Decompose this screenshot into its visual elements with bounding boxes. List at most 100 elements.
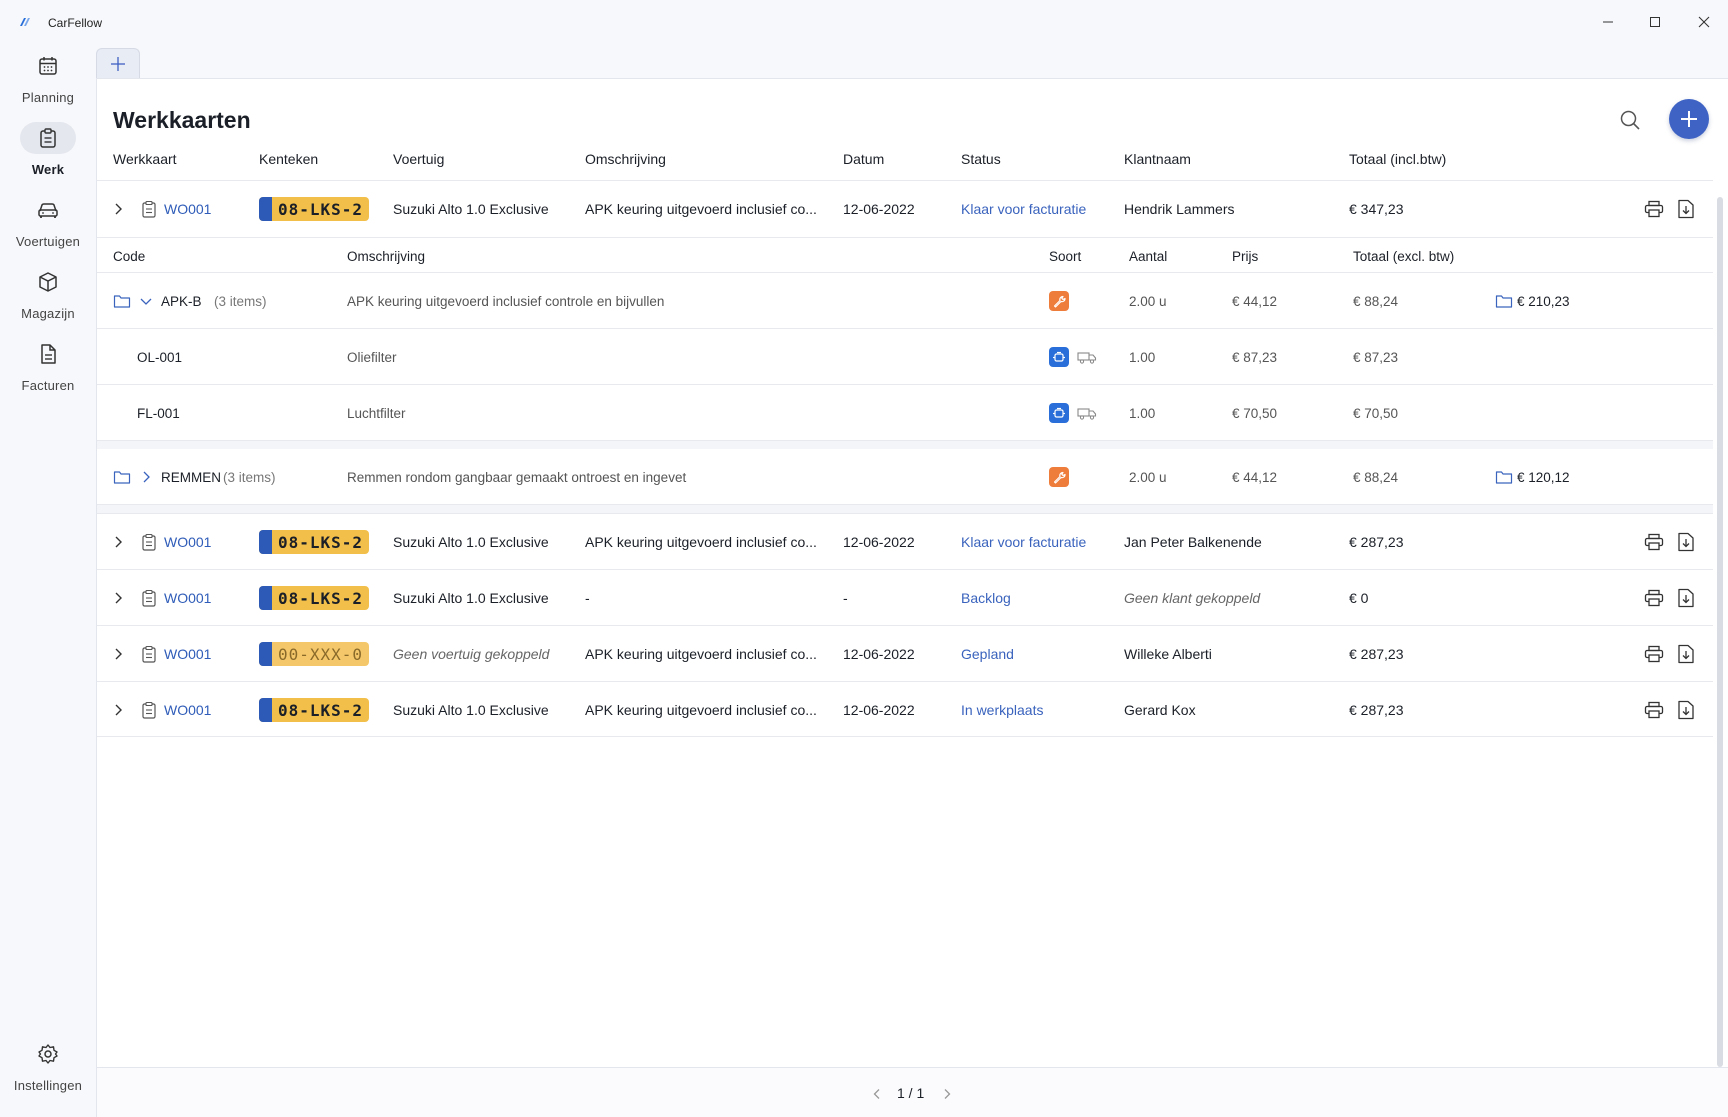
detail-item-row[interactable]: OL-001 Oliefilter 1.00 € 87,23 € 87,23 xyxy=(97,329,1713,385)
license-plate: 08-LKS-2 xyxy=(259,514,369,570)
download-document-icon xyxy=(1678,532,1694,552)
previous-page-button[interactable] xyxy=(867,1084,887,1104)
print-button[interactable] xyxy=(1642,642,1666,666)
table-row[interactable]: WO001 08-LKS-2 Suzuki Alto 1.0 Exclusive… xyxy=(97,180,1713,236)
calendar-icon xyxy=(39,57,57,75)
sidebar-item-facturen[interactable]: Facturen xyxy=(0,338,96,398)
column-header[interactable]: Kenteken xyxy=(259,151,318,167)
maximize-button[interactable] xyxy=(1645,12,1665,32)
download-button[interactable] xyxy=(1674,698,1698,722)
column-header[interactable]: Omschrijving xyxy=(585,151,666,167)
nav-icon-wrap xyxy=(20,266,76,298)
clipboard-icon xyxy=(142,533,156,551)
clipboard-icon xyxy=(142,200,156,218)
detail-item-row[interactable]: FL-001 Luchtfilter 1.00 € 70,50 € 70,50 xyxy=(97,385,1713,441)
detail-group-row[interactable]: REMMEN (3 items) Remmen rondom gangbaar … xyxy=(97,449,1713,505)
column-header[interactable]: Totaal (incl.btw) xyxy=(1349,151,1446,167)
sidebar-item-werk[interactable]: Werk xyxy=(0,122,96,182)
werkkaart-link[interactable]: WO001 xyxy=(164,570,211,626)
sidebar-item-magazijn[interactable]: Magazijn xyxy=(0,266,96,326)
price-cell: € 87,23 xyxy=(1232,349,1278,365)
quantity-cell: 1.00 xyxy=(1129,405,1156,421)
download-button[interactable] xyxy=(1674,530,1698,554)
item-description: Oliefilter xyxy=(347,349,397,365)
download-button[interactable] xyxy=(1674,197,1698,221)
clipboard-icon xyxy=(142,701,156,719)
nav-icon-wrap xyxy=(20,338,76,370)
line-total-cell: € 87,23 xyxy=(1353,349,1399,365)
item-description: Luchtfilter xyxy=(347,405,406,421)
group-description: APK keuring uitgevoerd inclusief control… xyxy=(347,293,665,309)
werkkaart-link[interactable]: WO001 xyxy=(164,626,211,682)
download-button[interactable] xyxy=(1674,642,1698,666)
werkkaart-link[interactable]: WO001 xyxy=(164,181,211,237)
expand-button[interactable] xyxy=(111,626,125,682)
expand-button[interactable] xyxy=(111,514,125,570)
status-link[interactable]: Klaar voor facturatie xyxy=(961,181,1086,237)
download-button[interactable] xyxy=(1674,586,1698,610)
expand-group-button[interactable] xyxy=(139,449,153,505)
werkkaart-link[interactable]: WO001 xyxy=(164,514,211,570)
column-header[interactable]: Datum xyxy=(843,151,884,167)
sidebar-item-label: Instellingen xyxy=(13,1078,83,1093)
chevron-right-icon xyxy=(115,536,122,548)
print-button[interactable] xyxy=(1642,586,1666,610)
date-cell: - xyxy=(843,590,848,606)
expand-button[interactable] xyxy=(111,570,125,626)
search-button[interactable] xyxy=(1615,105,1645,135)
description-cell: - xyxy=(585,590,590,606)
sidebar-item-planning[interactable]: Planning xyxy=(0,50,96,110)
status-link[interactable]: Gepland xyxy=(961,626,1014,682)
collapse-group-button[interactable] xyxy=(139,273,153,329)
status-link[interactable]: Klaar voor facturatie xyxy=(961,514,1086,570)
column-header[interactable]: Voertuig xyxy=(393,151,444,167)
date-cell: 12-06-2022 xyxy=(843,702,915,718)
printer-icon xyxy=(1644,589,1664,607)
close-button[interactable] xyxy=(1694,12,1714,32)
price-cell: € 44,12 xyxy=(1232,469,1278,485)
status-link[interactable]: In werkplaats xyxy=(961,682,1043,738)
expand-button[interactable] xyxy=(111,181,125,237)
group-item-count: (3 items) xyxy=(214,293,267,309)
table-row[interactable]: WO001 08-LKS-2 Suzuki Alto 1.0 Exclusive… xyxy=(97,513,1713,569)
expand-button[interactable] xyxy=(111,682,125,738)
column-header[interactable]: Status xyxy=(961,151,1001,167)
column-header[interactable]: Klantnaam xyxy=(1124,151,1191,167)
new-tab-button[interactable] xyxy=(96,48,140,78)
sidebar-item-label: Werk xyxy=(31,162,65,177)
add-werkkaart-button[interactable] xyxy=(1669,99,1709,139)
chevron-right-icon xyxy=(944,1089,951,1099)
date-cell: 12-06-2022 xyxy=(843,201,915,217)
table-row[interactable]: WO001 00-XXX-0 Geen voertuig gekoppeld A… xyxy=(97,625,1713,681)
vehicle-cell: Suzuki Alto 1.0 Exclusive xyxy=(393,534,549,550)
table-row[interactable]: WO001 08-LKS-2 Suzuki Alto 1.0 Exclusive… xyxy=(97,569,1713,625)
sidebar-item-voertuigen[interactable]: Voertuigen xyxy=(0,194,96,254)
status-link[interactable]: Backlog xyxy=(961,570,1011,626)
print-button[interactable] xyxy=(1642,197,1666,221)
sidebar-item-instellingen[interactable]: Instellingen xyxy=(0,1038,96,1098)
labor-badge xyxy=(1049,449,1069,505)
price-cell: € 44,12 xyxy=(1232,293,1278,309)
vertical-scrollbar[interactable] xyxy=(1717,197,1723,1067)
close-icon xyxy=(1698,16,1710,28)
print-button[interactable] xyxy=(1642,698,1666,722)
quantity-cell: 1.00 xyxy=(1129,349,1156,365)
group-description: Remmen rondom gangbaar gemaakt ontroest … xyxy=(347,469,687,485)
engine-icon xyxy=(1053,407,1065,418)
detail-group-row[interactable]: APK-B (3 items) APK keuring uitgevoerd i… xyxy=(97,273,1713,329)
date-cell: 12-06-2022 xyxy=(843,534,915,550)
print-button[interactable] xyxy=(1642,530,1666,554)
plate-text: 08-LKS-2 xyxy=(277,588,364,608)
group-code: APK-B xyxy=(161,293,202,309)
next-page-button[interactable] xyxy=(937,1084,957,1104)
printer-icon xyxy=(1644,645,1664,663)
app-title: CarFellow xyxy=(48,16,103,30)
nav-icon-wrap xyxy=(20,122,76,154)
column-header[interactable]: Werkkaart xyxy=(113,151,177,167)
table-row[interactable]: WO001 08-LKS-2 Suzuki Alto 1.0 Exclusive… xyxy=(97,681,1713,737)
chevron-right-icon xyxy=(143,471,150,483)
minimize-button[interactable] xyxy=(1598,12,1618,32)
engine-icon xyxy=(1053,351,1065,362)
folder-icon xyxy=(113,471,131,484)
werkkaart-link[interactable]: WO001 xyxy=(164,682,211,738)
